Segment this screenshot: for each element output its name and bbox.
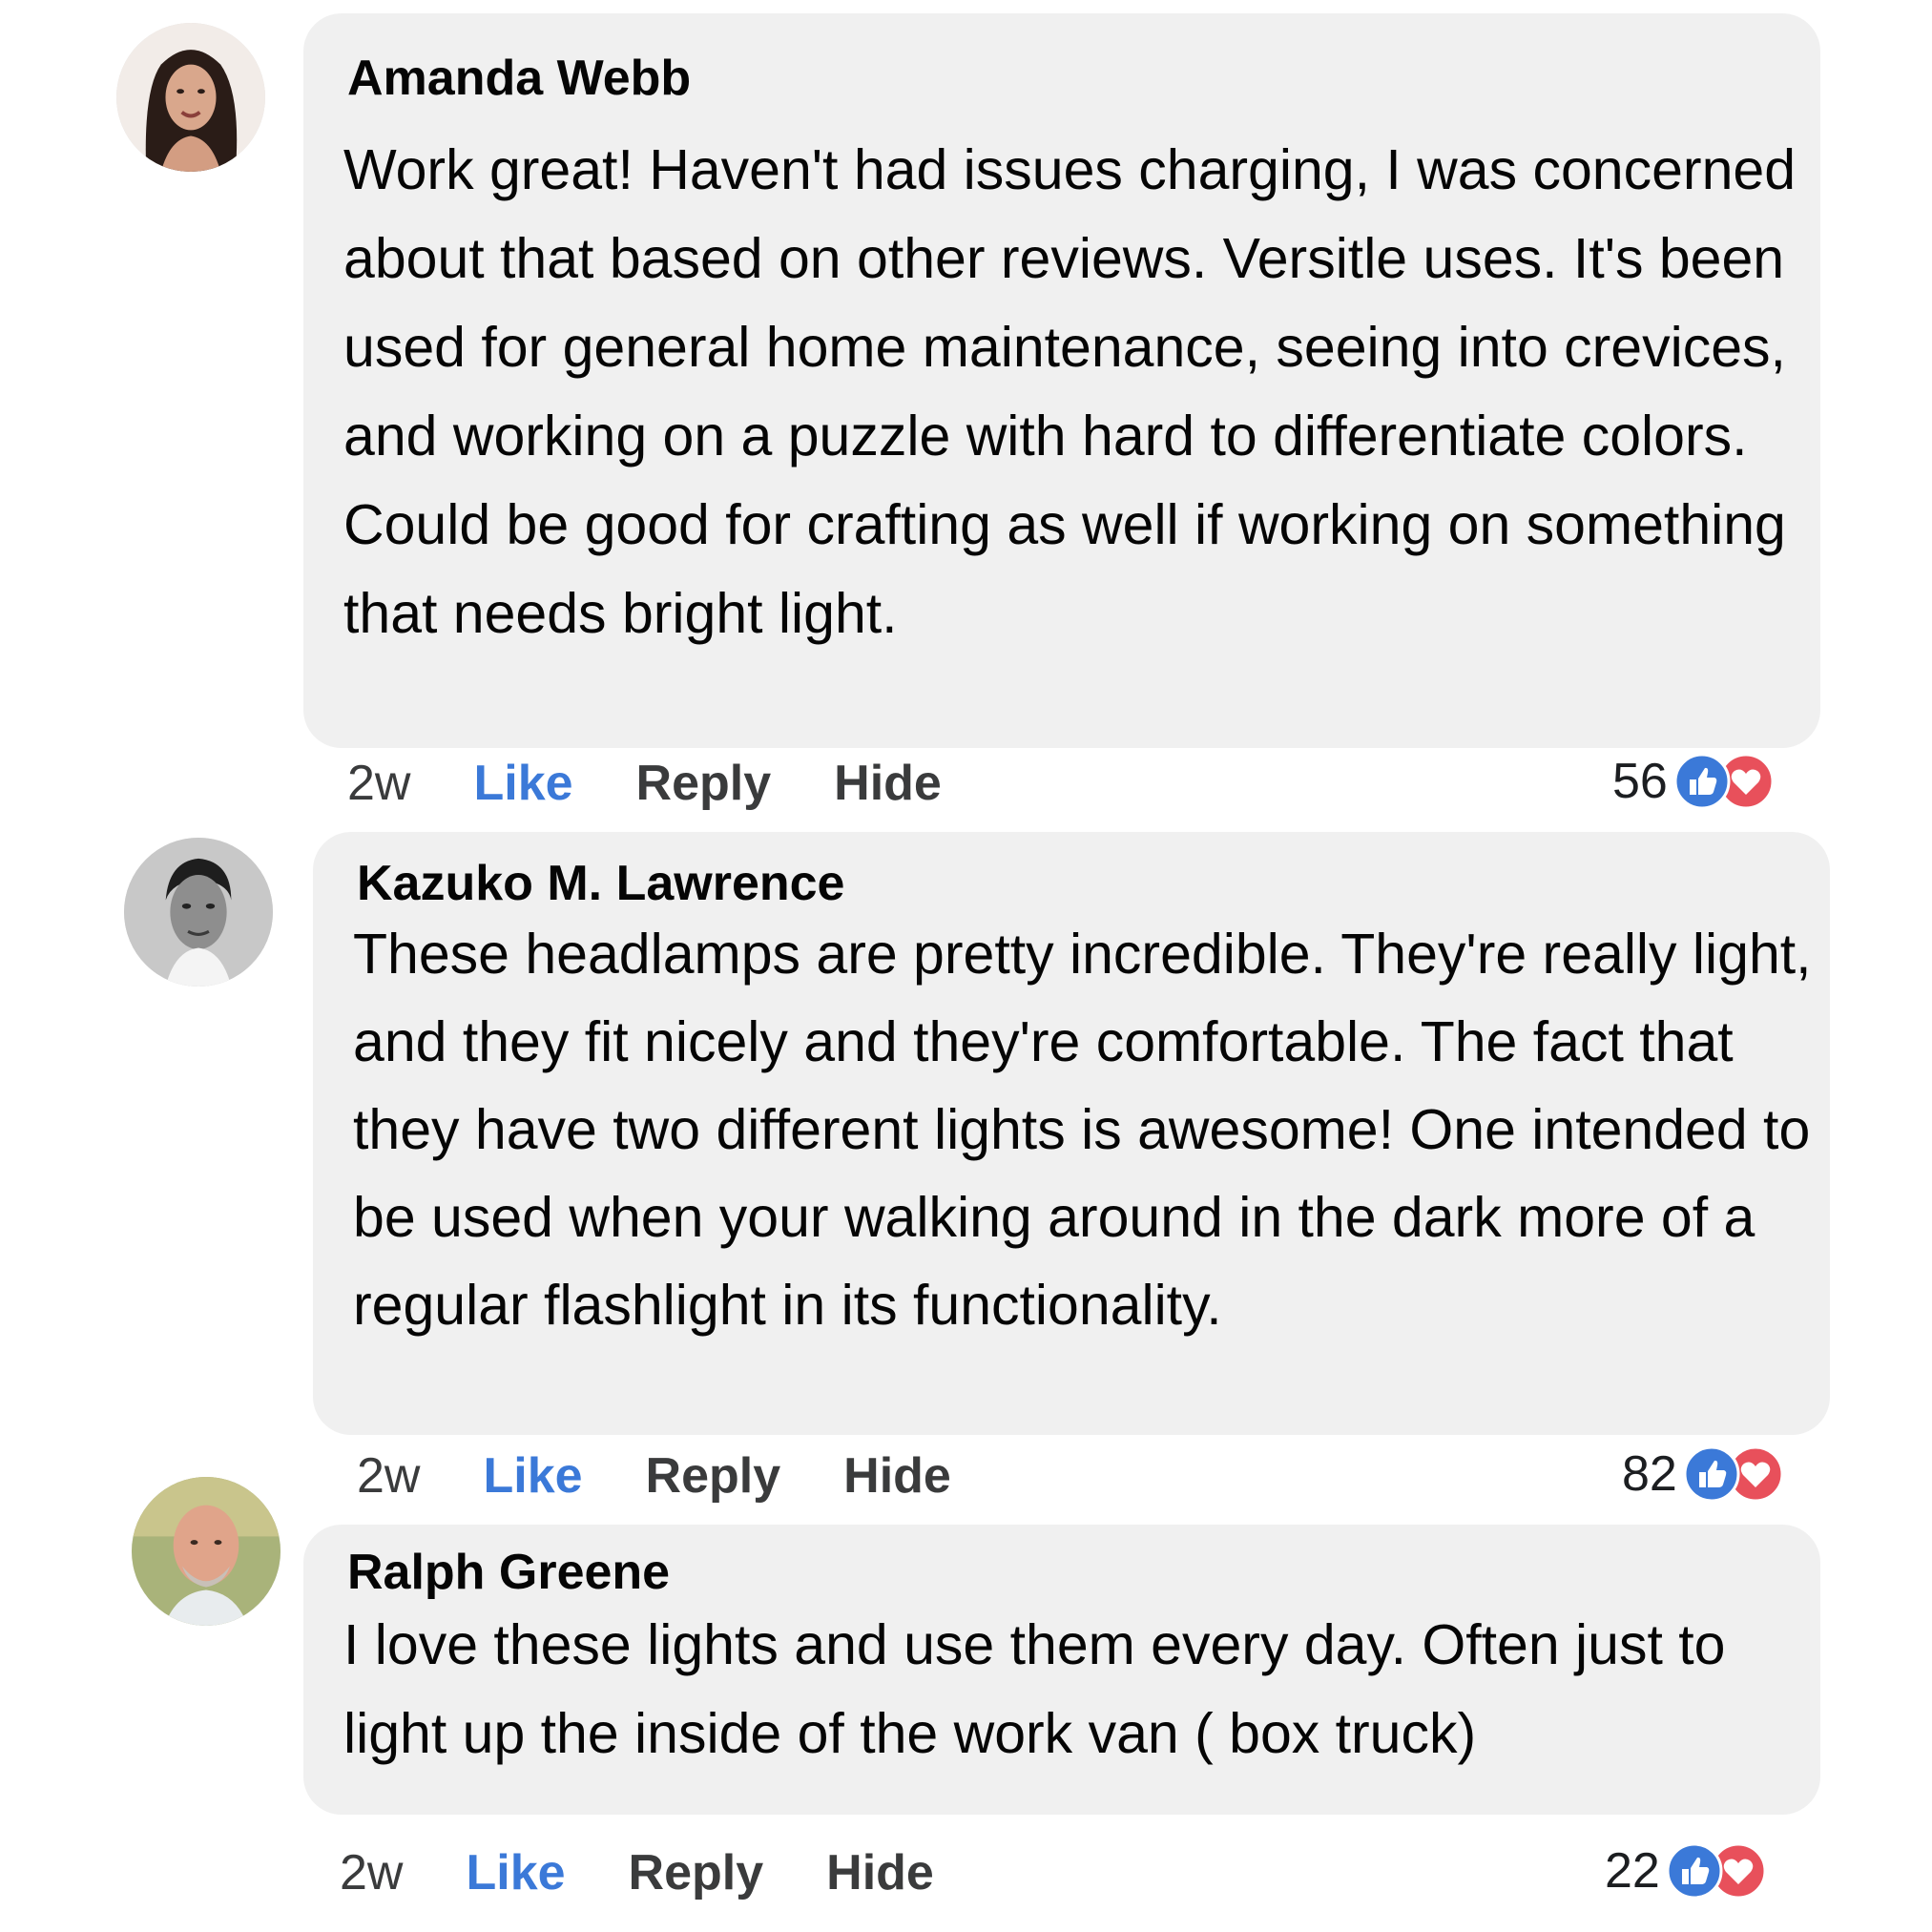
avatar-photo-icon [116, 23, 265, 172]
reaction-count: 56 [1612, 754, 1668, 809]
comment-text: These headlamps are pretty incredible. T… [353, 923, 1812, 1337]
reaction-count: 82 [1622, 1446, 1677, 1502]
like-button[interactable]: Like [466, 1844, 565, 1901]
comment-bubble: Amanda Webb Work great! Haven't had issu… [303, 13, 1820, 748]
comment-text: Work great! Haven't had issues charging,… [343, 138, 1797, 645]
reaction-summary[interactable]: 82 [1622, 1441, 1784, 1507]
timestamp[interactable]: 2w [340, 1844, 403, 1901]
avatar[interactable] [132, 1477, 280, 1626]
reply-button[interactable]: Reply [636, 755, 772, 812]
timestamp[interactable]: 2w [347, 755, 410, 812]
reply-button[interactable]: Reply [629, 1844, 764, 1901]
like-reaction-icon [1666, 1842, 1723, 1900]
hide-button[interactable]: Hide [834, 755, 942, 812]
comment-author[interactable]: Amanda Webb [347, 50, 691, 107]
avatar[interactable] [124, 838, 273, 987]
reaction-summary[interactable]: 22 [1605, 1838, 1767, 1904]
comment-actions: 2w Like Reply Hide [347, 750, 942, 817]
avatar-photo-icon [124, 838, 273, 987]
hide-button[interactable]: Hide [843, 1447, 951, 1505]
reaction-icons [1666, 1842, 1767, 1900]
like-button[interactable]: Like [483, 1447, 582, 1505]
reaction-icons [1683, 1445, 1784, 1503]
avatar[interactable] [116, 23, 265, 172]
like-reaction-icon [1673, 753, 1731, 810]
avatar-photo-icon [132, 1477, 280, 1626]
reaction-count: 22 [1605, 1843, 1660, 1899]
reaction-icons [1673, 753, 1775, 810]
comment-actions: 2w Like Reply Hide [340, 1839, 934, 1906]
like-button[interactable]: Like [473, 755, 572, 812]
comment-bubble: Ralph Greene I love these lights and use… [303, 1525, 1820, 1815]
comment-author[interactable]: Kazuko M. Lawrence [357, 855, 844, 912]
reply-button[interactable]: Reply [646, 1447, 781, 1505]
comment-bubble: Kazuko M. Lawrence These headlamps are p… [313, 832, 1830, 1435]
reaction-summary[interactable]: 56 [1612, 748, 1775, 815]
comment-actions: 2w Like Reply Hide [357, 1443, 951, 1509]
hide-button[interactable]: Hide [826, 1844, 934, 1901]
comment-text: I love these lights and use them every d… [343, 1613, 1726, 1765]
like-reaction-icon [1683, 1445, 1740, 1503]
comment-author[interactable]: Ralph Greene [347, 1544, 670, 1601]
timestamp[interactable]: 2w [357, 1447, 420, 1505]
